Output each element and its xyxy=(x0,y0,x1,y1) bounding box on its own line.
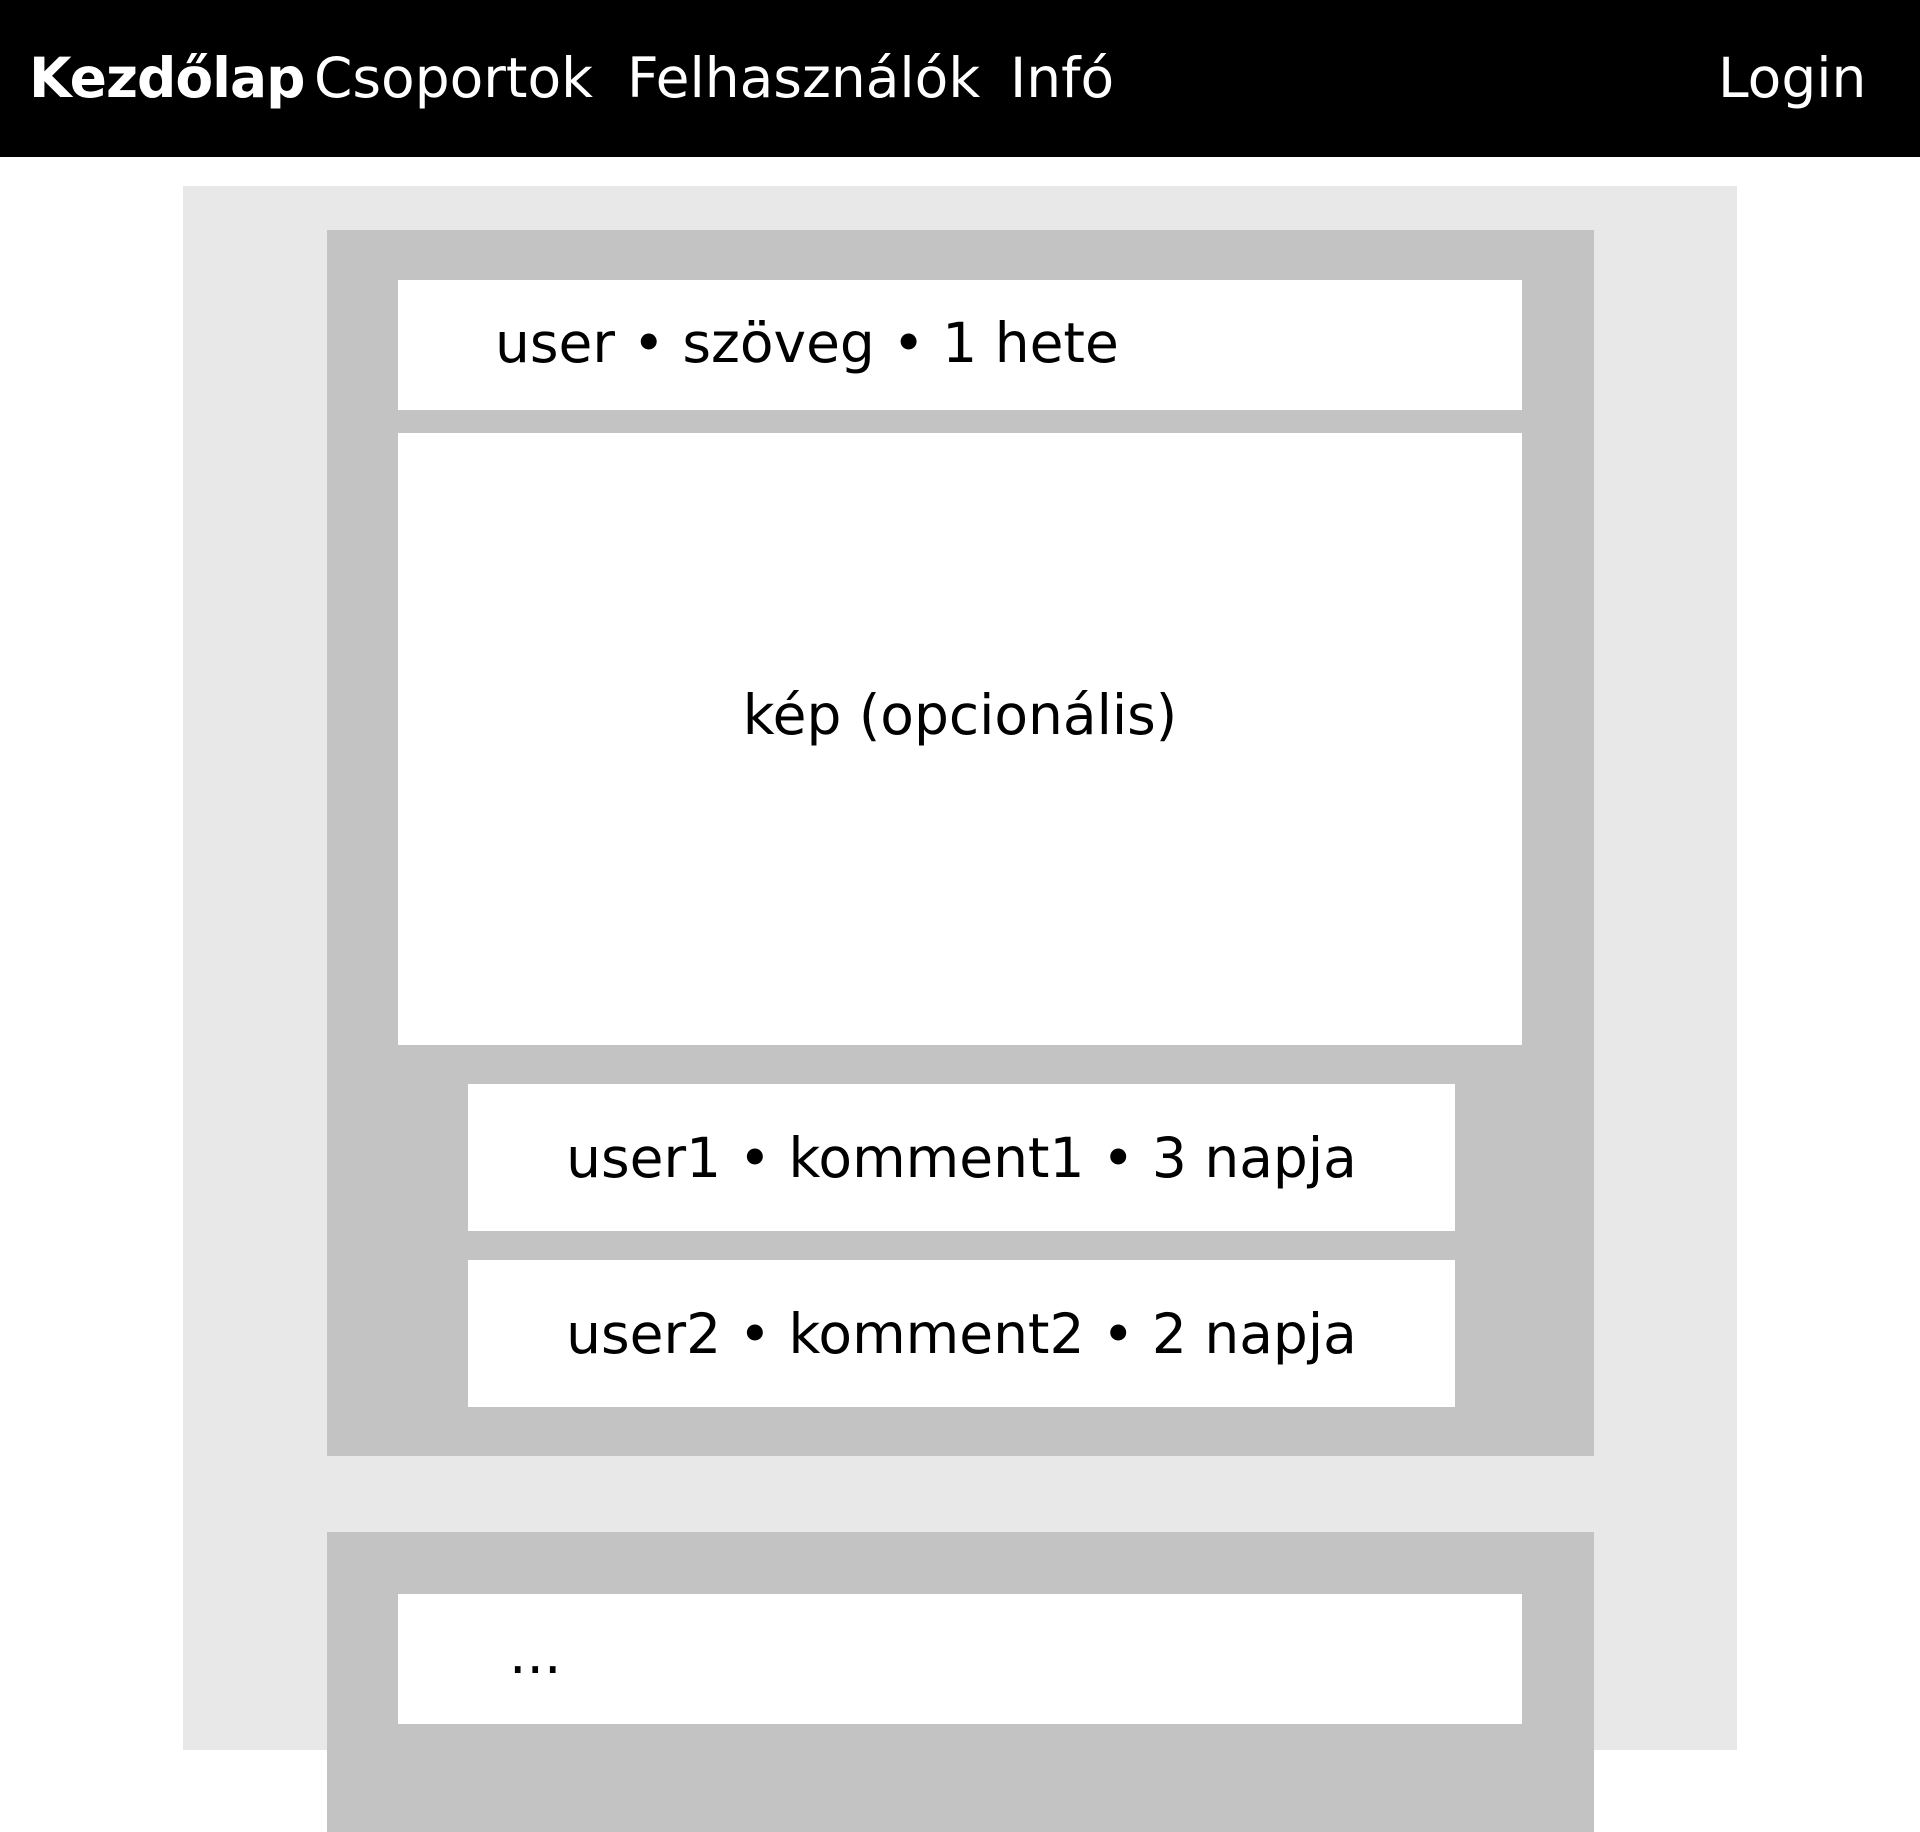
post-header-text: user • szöveg • 1 hete xyxy=(495,311,1119,375)
nav-users-link[interactable]: Felhasználók xyxy=(627,0,980,157)
login-link[interactable]: Login xyxy=(1718,0,1866,157)
comment-text: user2 • komment2 • 2 napja xyxy=(566,1301,1357,1366)
comment-item[interactable]: user2 • komment2 • 2 napja xyxy=(468,1260,1455,1407)
comment-item[interactable]: user1 • komment1 • 3 napja xyxy=(468,1084,1455,1231)
top-navigation-bar: Kezdőlap Csoportok Felhasználók Infó Log… xyxy=(0,0,1920,157)
post-feed: user • szöveg • 1 hete kép (opcionális) … xyxy=(183,186,1737,1832)
post-image-placeholder[interactable]: kép (opcionális) xyxy=(398,433,1522,1045)
nav-info-link[interactable]: Infó xyxy=(1010,0,1114,157)
post-image-label: kép (opcionális) xyxy=(742,683,1178,747)
nav-home-link[interactable]: Kezdőlap xyxy=(29,0,305,157)
nav-groups-link[interactable]: Csoportok xyxy=(314,0,593,157)
post-header-text: ... xyxy=(509,1622,562,1686)
post-header[interactable]: ... xyxy=(398,1594,1522,1724)
comment-text: user1 • komment1 • 3 napja xyxy=(566,1125,1357,1190)
post-header[interactable]: user • szöveg • 1 hete xyxy=(398,280,1522,410)
post-card: ... xyxy=(327,1532,1594,1832)
post-card: user • szöveg • 1 hete kép (opcionális) … xyxy=(327,230,1594,1456)
